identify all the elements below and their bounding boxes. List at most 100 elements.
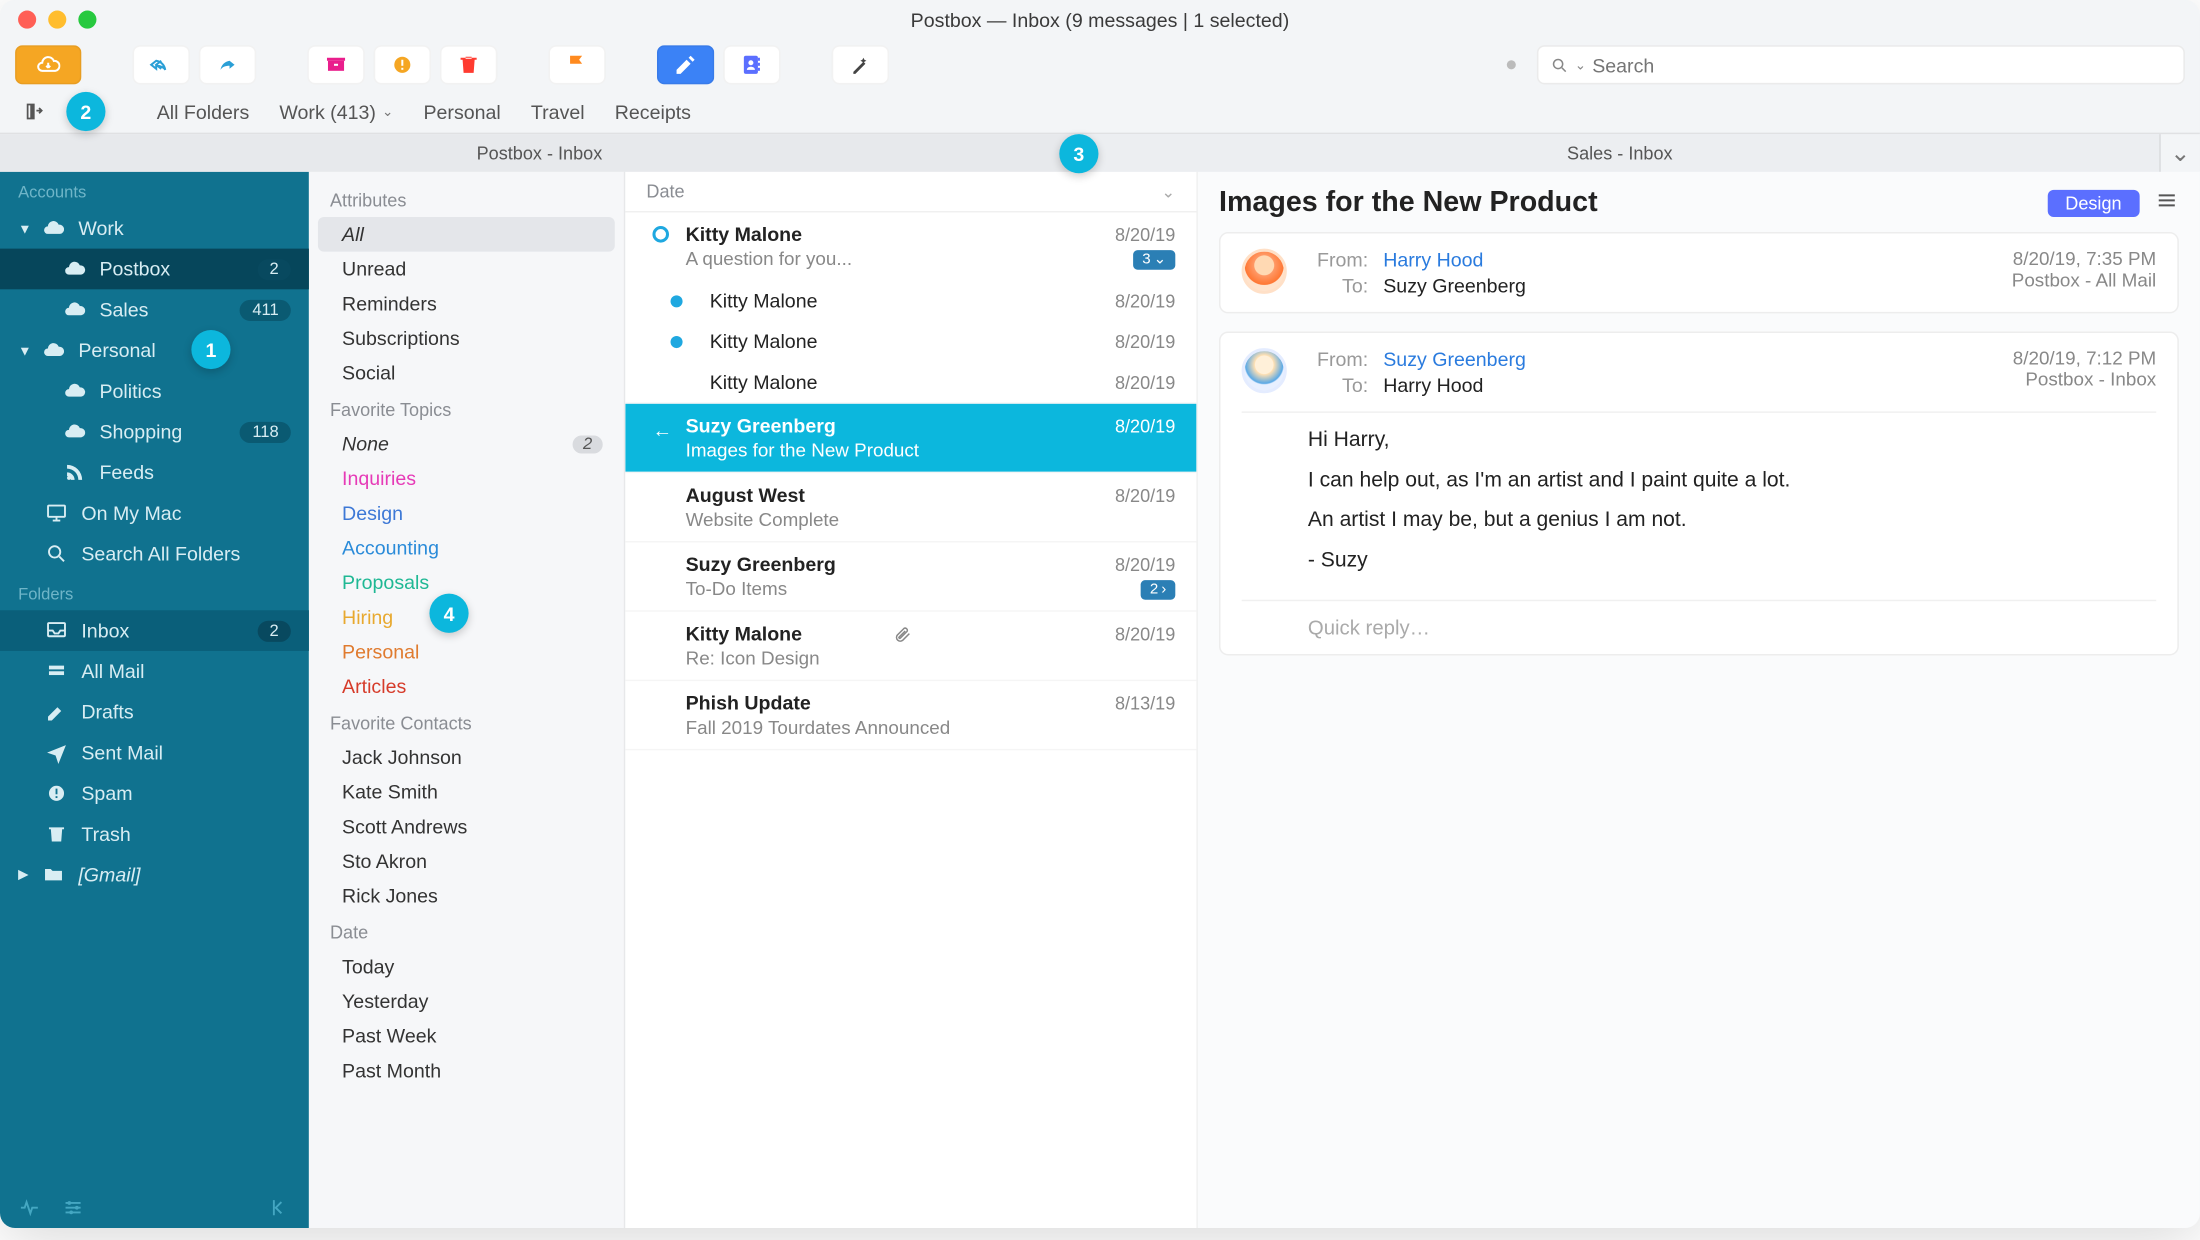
search-input[interactable] (1592, 53, 2171, 76)
topic-proposals[interactable]: Proposals (309, 565, 624, 600)
callout-4: 4 (429, 594, 468, 633)
contact-item[interactable]: Jack Johnson (309, 740, 624, 775)
reader-topic-tag[interactable]: Design (2047, 190, 2139, 217)
attr-social[interactable]: Social (309, 356, 624, 391)
topic-accounting[interactable]: Accounting (309, 530, 624, 565)
sidebar-folder-gmail[interactable]: ▶ [Gmail] (0, 854, 309, 895)
topic-none[interactable]: None2 (309, 426, 624, 461)
contact-item[interactable]: Rick Jones (309, 878, 624, 913)
favorites-bar: 2 All Folders Work (413)⌄ Personal Trave… (0, 90, 2200, 132)
pencil-icon (44, 701, 67, 724)
flag-button[interactable] (548, 45, 605, 84)
message-card-expanded: From: Suzy Greenberg To: Harry Hood 8/20… (1219, 331, 2179, 656)
message-row[interactable]: August West8/20/19 Website Complete (625, 473, 1196, 541)
sidebar-account-personal[interactable]: ▼ Personal 1 (0, 330, 309, 371)
topic-hiring[interactable]: Hiring 4 (309, 600, 624, 635)
window-zoom-button[interactable] (78, 11, 96, 29)
topic-design[interactable]: Design (309, 496, 624, 531)
topic-articles[interactable]: Articles (309, 669, 624, 704)
message-row[interactable]: Kitty Malone8/20/19 (625, 280, 1196, 321)
message-row[interactable]: Kitty Malone8/20/19 (625, 321, 1196, 362)
date-yesterday[interactable]: Yesterday (309, 984, 624, 1019)
reader-pane: Images for the New Product Design From: … (1198, 172, 2200, 1228)
tab-sales-inbox[interactable]: Sales - Inbox (1080, 134, 2160, 172)
sidebar-on-my-mac[interactable]: On My Mac (0, 493, 309, 534)
cloud-icon (41, 339, 64, 362)
attr-unread[interactable]: Unread (309, 252, 624, 287)
collapse-sidebar-icon[interactable] (268, 1196, 291, 1219)
contacts-button[interactable] (723, 45, 780, 84)
reply-all-button[interactable] (133, 45, 190, 84)
sidebar-folder-allmail[interactable]: All Mail (0, 651, 309, 692)
titlebar: Postbox — Inbox (9 messages | 1 selected… (0, 0, 2200, 39)
attr-subs[interactable]: Subscriptions (309, 321, 624, 356)
date-pastmonth[interactable]: Past Month (309, 1053, 624, 1088)
attr-reminders[interactable]: Reminders (309, 286, 624, 321)
sidebar-account-sales[interactable]: Sales 411 (0, 289, 309, 330)
forward-button[interactable] (199, 45, 256, 84)
trash-icon (44, 823, 67, 846)
window-close-button[interactable] (18, 11, 36, 29)
archive-button[interactable] (307, 45, 364, 84)
thread-count-chip[interactable]: 3⌄ (1133, 249, 1175, 269)
sidebar-search-all[interactable]: Search All Folders (0, 533, 309, 574)
sidebar-folder-inbox[interactable]: Inbox 2 (0, 610, 309, 651)
sidebar-folder-trash[interactable]: Trash (0, 814, 309, 855)
from-value[interactable]: Harry Hood (1383, 249, 1526, 272)
reader-menu-button[interactable] (2155, 188, 2179, 220)
sidebar-folder-drafts[interactable]: Drafts (0, 692, 309, 733)
quick-look-button[interactable] (832, 45, 889, 84)
sidebar-account-postbox[interactable]: Postbox 2 (0, 249, 309, 290)
favbar-travel[interactable]: Travel (531, 100, 585, 123)
window-minimize-button[interactable] (48, 11, 66, 29)
message-row[interactable]: Kitty Malone8/20/19 (625, 362, 1196, 403)
message-row-selected[interactable]: ← Suzy Greenberg8/20/19 Images for the N… (625, 404, 1196, 472)
delete-button[interactable] (440, 45, 497, 84)
message-row[interactable]: Kitty Malone8/20/19 Re: Icon Design (625, 612, 1196, 680)
window-title: Postbox — Inbox (9 messages | 1 selected… (911, 8, 1290, 31)
cloud-icon (63, 420, 86, 443)
topic-inquiries[interactable]: Inquiries (309, 461, 624, 496)
sidebar-folder-sent[interactable]: Sent Mail (0, 732, 309, 773)
sidebar-account-feeds[interactable]: Feeds (0, 452, 309, 493)
get-mail-button[interactable] (15, 45, 81, 84)
message-card-collapsed[interactable]: From: Harry Hood To: Suzy Greenberg 8/20… (1219, 232, 2179, 313)
contact-item[interactable]: Kate Smith (309, 774, 624, 809)
favbar-all-folders[interactable]: All Folders (157, 100, 250, 123)
date-today[interactable]: Today (309, 949, 624, 984)
sidebar-account-shopping[interactable]: Shopping 118 (0, 411, 309, 452)
quick-reply-field[interactable]: Quick reply… (1221, 602, 2178, 655)
sidebar-account-work[interactable]: ▼ Work (0, 208, 309, 249)
message-row[interactable]: Kitty Malone8/20/19 A question for you..… (625, 212, 1196, 280)
tab-expand-button[interactable]: ⌄ (2161, 134, 2200, 172)
junk-button[interactable] (374, 45, 431, 84)
activity-icon[interactable] (18, 1196, 41, 1219)
sidebar-folder-spam[interactable]: Spam (0, 773, 309, 814)
search-field[interactable]: ⌄ (1537, 45, 2185, 84)
sidebar-section-accounts: Accounts (0, 172, 309, 208)
sidebar-toggle-icon[interactable] (24, 101, 45, 122)
rss-icon (63, 461, 86, 484)
topic-personal[interactable]: Personal (309, 634, 624, 669)
tab-postbox-inbox[interactable]: Postbox - Inbox 3 (0, 134, 1080, 172)
junk-icon (390, 53, 414, 77)
settings-sliders-icon[interactable] (62, 1196, 85, 1219)
search-scope-caret[interactable]: ⌄ (1575, 57, 1586, 74)
thread-count-chip[interactable]: 2› (1141, 579, 1176, 599)
message-row[interactable]: Phish Update8/13/19 Fall 2019 Tourdates … (625, 681, 1196, 749)
contact-item[interactable]: Sto Akron (309, 844, 624, 879)
message-body: Hi Harry, I can help out, as I'm an arti… (1221, 413, 2178, 600)
from-value[interactable]: Suzy Greenberg (1383, 348, 1526, 371)
paperclip-icon (894, 625, 912, 643)
reader-title: Images for the New Product (1219, 187, 2047, 220)
favbar-work[interactable]: Work (413)⌄ (279, 100, 393, 123)
date-pastweek[interactable]: Past Week (309, 1019, 624, 1054)
sidebar-account-politics[interactable]: Politics (0, 371, 309, 412)
favbar-receipts[interactable]: Receipts (615, 100, 691, 123)
message-list-sort[interactable]: Date⌄ (625, 172, 1196, 213)
favbar-personal[interactable]: Personal (423, 100, 500, 123)
attr-all[interactable]: All (318, 217, 615, 252)
contact-item[interactable]: Scott Andrews (309, 809, 624, 844)
compose-button[interactable] (657, 45, 714, 84)
message-row[interactable]: Suzy Greenberg8/20/19 To-Do Items2› (625, 542, 1196, 610)
